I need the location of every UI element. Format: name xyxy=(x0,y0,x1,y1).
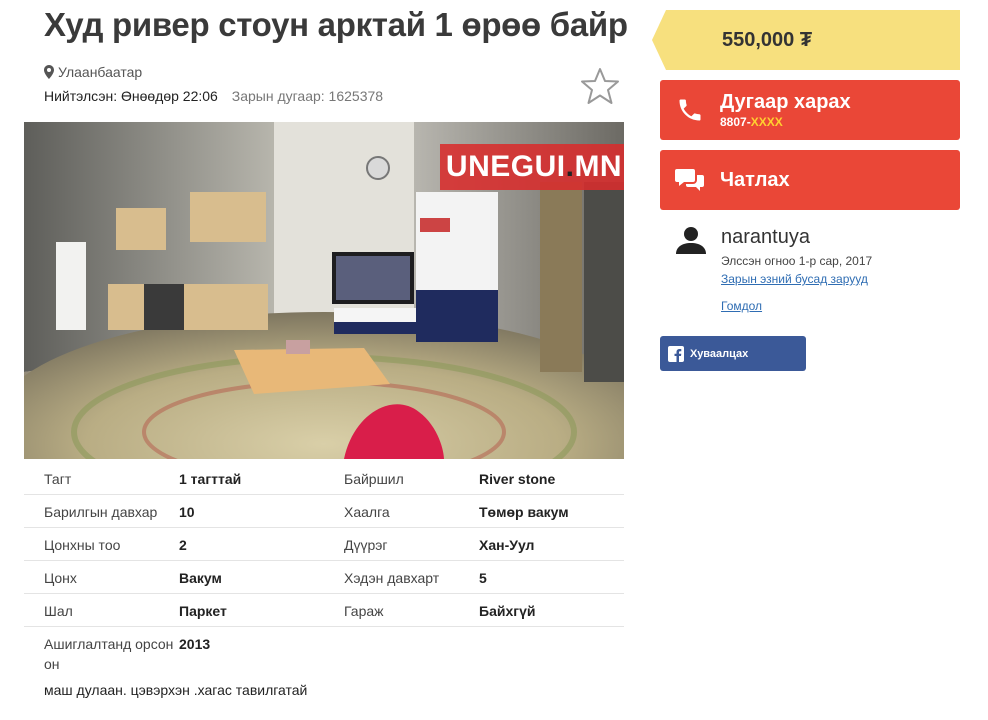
spec-label: Ашиглалтанд орсон он xyxy=(44,636,174,672)
chat-icon xyxy=(675,169,704,191)
specs-table: Тагт 1 тагттай Барилгын давхар 10 Цонхны т… xyxy=(24,462,624,679)
price-tag: 550,000 ₮ xyxy=(652,10,960,70)
specs-column-left: Тагт 1 тагттай Барилгын давхар 10 Цонхны т… xyxy=(24,462,324,679)
facebook-share-button[interactable]: Хуваалцах xyxy=(660,336,806,371)
star-outline-icon[interactable] xyxy=(580,66,620,106)
spec-value: 2 xyxy=(179,537,187,553)
facebook-icon xyxy=(668,345,684,362)
show-phone-label: Дугаар харах xyxy=(720,91,851,113)
spec-label: Хаалга xyxy=(344,504,390,520)
spec-value: Хан-Уул xyxy=(479,537,535,553)
spec-value: Вакум xyxy=(179,570,222,586)
spec-value: 5 xyxy=(479,570,487,586)
seller-name[interactable]: narantuya xyxy=(721,226,810,249)
spec-label: Дүүрэг xyxy=(344,537,388,553)
spec-row: Цонх Вакум xyxy=(24,561,324,594)
chat-button[interactable]: Чатлах xyxy=(660,150,960,210)
seller-joined: Элссэн огноо 1-р сар, 2017 xyxy=(721,254,873,268)
spec-label: Байршил xyxy=(344,471,404,487)
spec-label: Гараж xyxy=(344,603,384,619)
spec-label: Тагт xyxy=(44,471,72,487)
spec-value: 10 xyxy=(179,504,195,520)
location-pin-icon xyxy=(44,65,54,79)
listing-meta: Нийтэлсэн: Өнөөдөр 22:06 Зарын дугаар: 1… xyxy=(44,88,383,104)
posted-date: Нийтэлсэн: Өнөөдөр 22:06 xyxy=(44,88,218,104)
spec-value: Паркет xyxy=(179,603,227,619)
spec-row: Барилгын давхар 10 xyxy=(24,495,324,528)
share-label: Хуваалцах xyxy=(690,347,749,360)
phone-number: 8807-XXXX xyxy=(720,115,783,129)
listing-title: Худ ривер стоун арктай 1 өрөө байр xyxy=(44,6,628,43)
spec-row: Шал Паркет xyxy=(24,594,324,627)
specs-column-right: Байршил River stone Хаалга Төмөр вакум Дүү… xyxy=(324,462,624,679)
location: Улаанбаатар xyxy=(44,64,142,80)
watermark: UNEGUI.MN xyxy=(440,144,624,190)
user-icon xyxy=(676,227,706,254)
ad-number: Зарын дугаар: 1625378 xyxy=(231,88,384,104)
spec-label: Шал xyxy=(44,603,73,619)
spec-value: Төмөр вакум xyxy=(479,504,569,520)
spec-row: Тагт 1 тагттай xyxy=(24,462,324,495)
spec-value: Байхгүй xyxy=(479,603,536,619)
listing-description: маш дулаан. цэвэрхэн .хагас тавилгатай xyxy=(44,682,308,698)
spec-value: River stone xyxy=(479,471,556,487)
spec-row: Дүүрэг Хан-Уул xyxy=(324,528,624,561)
spec-row: Ашиглалтанд орсон он 2013 xyxy=(24,627,324,679)
spec-label: Цонхны тоо xyxy=(44,537,121,553)
spec-value: 2013 xyxy=(179,636,211,652)
spec-label: Цонх xyxy=(44,570,77,586)
listing-photo[interactable]: UNEGUI.MN xyxy=(24,122,624,459)
location-text: Улаанбаатар xyxy=(58,64,143,80)
spec-row: Цонхны тоо 2 xyxy=(24,528,324,561)
seller-other-ads-link[interactable]: Зарын эзний бусад зарууд xyxy=(721,272,868,286)
spec-row: Хаалга Төмөр вакум xyxy=(324,495,624,528)
phone-icon xyxy=(679,99,701,121)
spec-row: Гараж Байхгүй xyxy=(324,594,624,627)
spec-value: 1 тагттай xyxy=(179,471,242,487)
spec-label: Хэдэн давхарт xyxy=(344,570,440,586)
spec-row: Хэдэн давхарт 5 xyxy=(324,561,624,594)
chat-label: Чатлах xyxy=(720,168,790,191)
spec-row: Байршил River stone xyxy=(324,462,624,495)
show-phone-button[interactable]: Дугаар харах 8807-XXXX xyxy=(660,80,960,140)
report-link[interactable]: Гомдол xyxy=(721,299,762,313)
spec-label: Барилгын давхар xyxy=(44,504,158,520)
